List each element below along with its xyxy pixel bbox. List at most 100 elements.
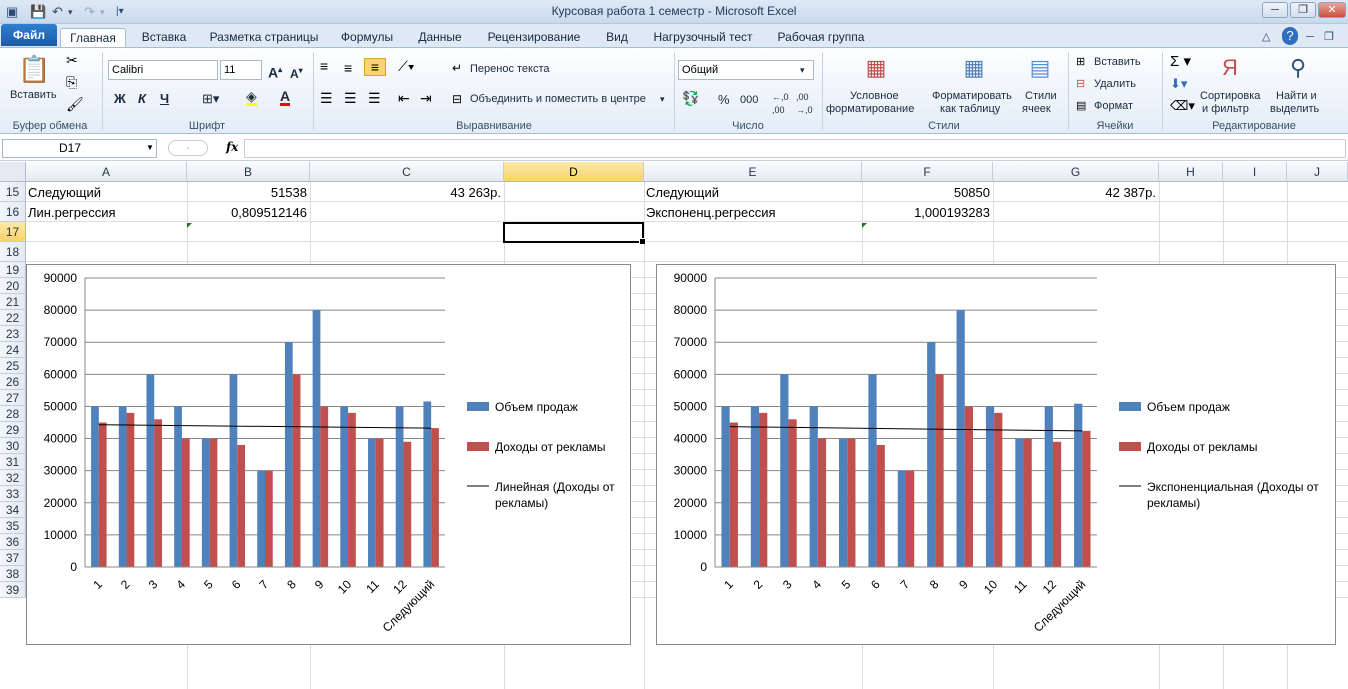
autosum-icon[interactable]: Σ ▾: [1170, 54, 1191, 70]
row-header-37[interactable]: 37: [0, 550, 26, 566]
align-middle-icon[interactable]: ≡: [344, 60, 352, 76]
row-header-39[interactable]: 39: [0, 582, 26, 598]
tab-formulas[interactable]: Формулы: [332, 28, 402, 48]
row-header-34[interactable]: 34: [0, 502, 26, 518]
cell-g15[interactable]: 42 387р.: [993, 183, 1159, 203]
cell-e15[interactable]: Следующий: [644, 183, 862, 203]
cell-a15[interactable]: Следующий: [26, 183, 186, 203]
row-header-26[interactable]: 26: [0, 374, 26, 390]
find-select-icon[interactable]: ⚲: [1282, 54, 1314, 82]
name-box-dropdown-icon[interactable]: ▼: [146, 143, 154, 152]
cell-e16[interactable]: Экспоненц.регрессия: [644, 203, 862, 223]
chart-linear[interactable]: 90000 80000 70000 60000 50000 40000 30000 20000…: [26, 264, 631, 645]
row-header-21[interactable]: 21: [0, 294, 26, 310]
wrap-text-button[interactable]: Перенос текста: [470, 63, 550, 76]
row-header-29[interactable]: 29: [0, 422, 26, 438]
sort-filter-line2[interactable]: и фильтр: [1202, 103, 1249, 116]
close-button[interactable]: ✕: [1318, 2, 1346, 18]
number-format-select[interactable]: Общий: [678, 60, 814, 80]
paste-icon[interactable]: 📋: [18, 54, 50, 86]
italic-button[interactable]: К: [138, 92, 146, 105]
fill-color-icon[interactable]: ◈: [246, 89, 257, 106]
column-header-a[interactable]: A: [26, 162, 187, 182]
tab-team[interactable]: Рабочая группа: [768, 28, 874, 48]
row-header-28[interactable]: 28: [0, 406, 26, 422]
cond-format-line2[interactable]: форматирование: [826, 103, 914, 116]
align-bottom-icon[interactable]: ≡: [364, 58, 386, 76]
cell-f15[interactable]: 50850: [862, 183, 993, 203]
format-table-line2[interactable]: как таблицу: [940, 103, 1000, 116]
merge-icon[interactable]: ⊟: [452, 91, 462, 107]
chart-exponential[interactable]: 90000 80000 70000 60000 50000 40000 30000 20000…: [656, 264, 1336, 645]
cell-styles-icon[interactable]: ▤: [1024, 54, 1056, 82]
format-as-table-icon[interactable]: ▦: [958, 54, 990, 82]
currency-icon[interactable]: 💱: [682, 90, 699, 106]
bold-button[interactable]: Ж: [114, 92, 126, 105]
cond-format-line1[interactable]: Условное: [850, 90, 899, 103]
format-cells-button[interactable]: Формат: [1094, 100, 1133, 113]
restore-button[interactable]: ❐: [1290, 2, 1316, 18]
help-icon[interactable]: ?: [1282, 27, 1298, 45]
row-header-19[interactable]: 19: [0, 262, 26, 278]
align-left-icon[interactable]: ☰: [320, 90, 333, 106]
column-header-i[interactable]: I: [1223, 162, 1287, 182]
orientation-icon[interactable]: ⟋▾: [398, 58, 415, 74]
cell-a16[interactable]: Лин.регрессия: [26, 203, 186, 223]
insert-cells-icon[interactable]: ⊞: [1076, 54, 1085, 70]
row-header-18[interactable]: 18: [0, 242, 26, 262]
merge-center-button[interactable]: Объединить и поместить в центре: [470, 93, 646, 106]
shrink-font-icon[interactable]: A▾: [290, 64, 303, 81]
row-header-32[interactable]: 32: [0, 470, 26, 486]
tab-home[interactable]: Главная: [60, 28, 126, 48]
select-all-button[interactable]: [0, 162, 26, 182]
tab-review[interactable]: Рецензирование: [478, 28, 590, 48]
delete-cells-icon[interactable]: ⊟: [1076, 76, 1085, 92]
row-header-30[interactable]: 30: [0, 438, 26, 454]
decrease-indent-icon[interactable]: ⇤: [398, 90, 410, 106]
cell-f16[interactable]: 1,000193283: [862, 203, 993, 223]
wrap-text-icon[interactable]: ↵: [452, 60, 462, 76]
column-header-d[interactable]: D: [504, 162, 644, 182]
row-header-27[interactable]: 27: [0, 390, 26, 406]
column-header-g[interactable]: G: [993, 162, 1159, 182]
tab-file[interactable]: Файл: [1, 24, 57, 46]
minimize-button[interactable]: ─: [1262, 2, 1288, 18]
borders-icon[interactable]: ⊞▾: [202, 92, 219, 105]
doc-restore-icon[interactable]: ❐: [1324, 28, 1334, 46]
column-header-j[interactable]: J: [1287, 162, 1348, 182]
fill-icon[interactable]: ⬇▾: [1170, 76, 1187, 92]
merge-dropdown-icon[interactable]: ▾: [660, 93, 665, 106]
cell-b16[interactable]: 0,809512146: [187, 203, 310, 223]
format-table-line1[interactable]: Форматировать: [932, 90, 1012, 103]
clear-icon[interactable]: ⌫▾: [1170, 98, 1195, 114]
increase-indent-icon[interactable]: ⇥: [420, 90, 432, 106]
insert-cells-button[interactable]: Вставить: [1094, 56, 1141, 69]
tab-insert[interactable]: Вставка: [134, 28, 194, 48]
find-select-line1[interactable]: Найти и: [1276, 90, 1317, 103]
row-header-15[interactable]: 15: [0, 182, 26, 202]
align-top-icon[interactable]: ≡: [320, 58, 328, 74]
underline-button[interactable]: Ч: [160, 92, 169, 105]
row-header-24[interactable]: 24: [0, 342, 26, 358]
doc-minimize-icon[interactable]: ─: [1306, 28, 1314, 46]
number-format-dropdown-icon[interactable]: ▾: [800, 64, 805, 77]
row-header-33[interactable]: 33: [0, 486, 26, 502]
row-header-20[interactable]: 20: [0, 278, 26, 294]
column-header-e[interactable]: E: [644, 162, 862, 182]
row-header-22[interactable]: 22: [0, 310, 26, 326]
name-box[interactable]: D17: [2, 139, 157, 158]
row-header-23[interactable]: 23: [0, 326, 26, 342]
cell-b15[interactable]: 51538: [187, 183, 310, 203]
tab-data[interactable]: Данные: [408, 28, 472, 48]
cut-icon[interactable]: ✂: [66, 52, 78, 68]
conditional-format-icon[interactable]: ▦: [860, 54, 892, 82]
formula-input[interactable]: [244, 139, 1346, 158]
format-painter-icon[interactable]: 🖌: [66, 96, 84, 112]
sort-filter-line1[interactable]: Сортировка: [1200, 90, 1260, 103]
increase-decimal-icon[interactable]: ←,0,00: [772, 91, 789, 117]
font-name-select[interactable]: Calibri: [108, 60, 218, 80]
row-header-25[interactable]: 25: [0, 358, 26, 374]
insert-function-button[interactable]: fx: [226, 140, 238, 154]
thousands-button[interactable]: 000: [740, 94, 758, 107]
align-center-icon[interactable]: ☰: [344, 90, 357, 106]
